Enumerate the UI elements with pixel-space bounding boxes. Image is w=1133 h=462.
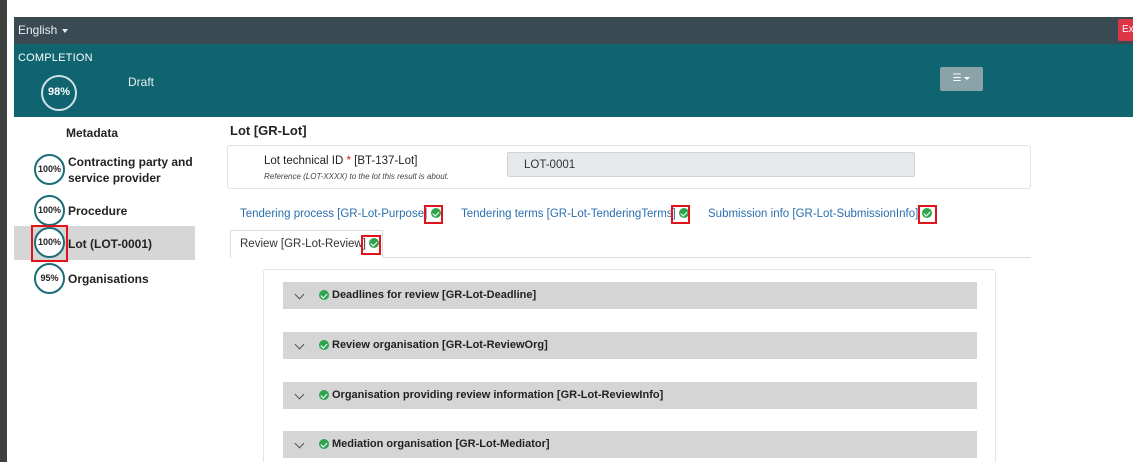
progress-circle: 100% (34, 154, 65, 185)
accordion-label: Review organisation [GR-Lot-ReviewOrg] (332, 339, 548, 351)
accordion-review-info[interactable]: Organisation providing review informatio… (283, 382, 977, 409)
required-mark: * (346, 155, 351, 167)
caret-down-icon (964, 76, 971, 80)
status-badge: Draft (128, 75, 155, 89)
highlight-box (424, 205, 443, 224)
sidebar: Metadata 100% Contracting party and serv… (14, 117, 214, 462)
caret-down-icon (62, 28, 69, 33)
lot-id-field-card: Lot technical ID * [BT-137-Lot] Referenc… (227, 145, 1031, 189)
highlight-box (918, 205, 937, 224)
tab-label: Tendering process [GR-Lot-Purpose] (240, 208, 428, 220)
page-title: Lot [GR-Lot] (230, 123, 307, 138)
field-label-text: Lot technical ID (264, 155, 344, 167)
sidebar-item-contracting-party[interactable]: 100% Contracting party and service provi… (14, 151, 195, 189)
sidebar-item-label: Procedure (68, 204, 128, 218)
highlight-box (671, 205, 690, 224)
check-circle-icon (319, 340, 329, 350)
completion-title: COMPLETION (18, 52, 93, 64)
top-bar: English Exit (14, 17, 1133, 44)
sidebar-item-label: Lot (LOT-0001) (68, 237, 153, 251)
accordion-deadlines[interactable]: Deadlines for review [GR-Lot-Deadline] (283, 282, 977, 309)
settings-sliders-icon: ☰ (952, 73, 962, 84)
tab-tendering-process[interactable]: Tendering process [GR-Lot-Purpose] (240, 208, 441, 220)
sidebar-item-label: Contracting party and service provider (68, 155, 193, 185)
language-label: English (18, 23, 58, 37)
tab-tendering-terms[interactable]: Tendering terms [GR-Lot-TenderingTerms] (461, 208, 689, 220)
highlight-box (361, 235, 381, 255)
check-circle-icon (319, 290, 329, 300)
check-circle-icon (319, 439, 329, 449)
completion-bar: COMPLETION 98% Draft ☰ (14, 44, 1133, 117)
chevron-down-icon (294, 289, 305, 300)
accordion-review-organisation[interactable]: Review organisation [GR-Lot-ReviewOrg] (283, 332, 977, 359)
tab-label: Review [GR-Lot-Review] (240, 238, 366, 250)
progress-circle: 100% (34, 195, 65, 226)
field-hint: Reference (LOT-XXXX) to the lot this res… (264, 172, 450, 181)
chevron-down-icon (294, 438, 305, 449)
tab-divider (383, 257, 1031, 258)
completion-percent: 98% (41, 75, 77, 111)
exit-button[interactable]: Exit (1118, 19, 1133, 41)
app-window: English Exit COMPLETION 98% Draft ☰ Meta… (0, 0, 1133, 462)
language-selector[interactable]: English (18, 23, 69, 37)
main-content: Lot [GR-Lot] Lot technical ID * [BT-137-… (227, 117, 1047, 462)
check-circle-icon (319, 390, 329, 400)
accordion-label: Deadlines for review [GR-Lot-Deadline] (332, 289, 537, 301)
field-code: [BT-137-Lot] (354, 155, 418, 167)
highlight-box (31, 225, 68, 262)
sidebar-item-procedure[interactable]: 100% Procedure (14, 195, 195, 227)
settings-dropdown-button[interactable]: ☰ (940, 67, 983, 91)
progress-circle: 95% (34, 263, 65, 294)
tab-label: Submission info [GR-Lot-SubmissionInfo] (708, 208, 919, 220)
accordion-label: Mediation organisation [GR-Lot-Mediator] (332, 438, 550, 450)
sidebar-item-label: Organisations (68, 272, 149, 286)
tab-submission-info[interactable]: Submission info [GR-Lot-SubmissionInfo] (708, 208, 932, 220)
chevron-down-icon (294, 389, 305, 400)
lot-id-input[interactable]: LOT-0001 (507, 152, 915, 177)
sidebar-item-organisations[interactable]: 95% Organisations (14, 263, 195, 295)
chevron-down-icon (294, 339, 305, 350)
accordion-label: Organisation providing review informatio… (332, 389, 664, 401)
accordion-mediation[interactable]: Mediation organisation [GR-Lot-Mediator] (283, 431, 977, 458)
sidebar-item-metadata[interactable]: Metadata (66, 126, 118, 140)
tab-label: Tendering terms [GR-Lot-TenderingTerms] (461, 208, 676, 220)
field-label: Lot technical ID * [BT-137-Lot] (264, 155, 417, 167)
